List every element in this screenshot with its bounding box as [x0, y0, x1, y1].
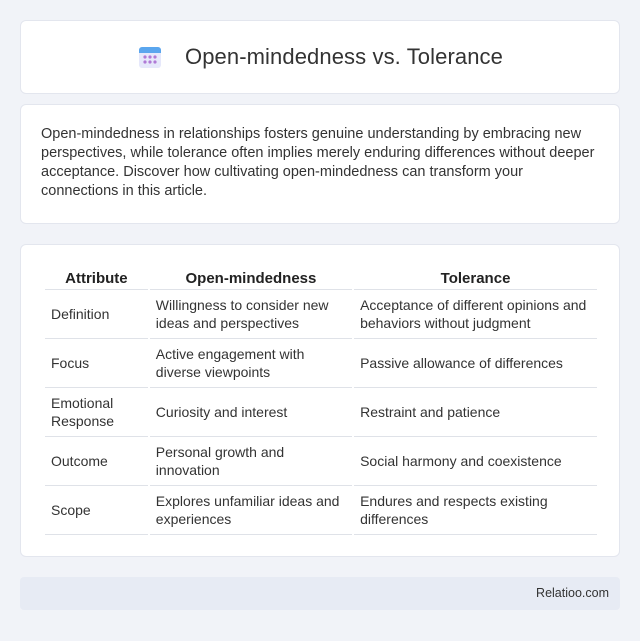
table-row: Scope Explores unfamiliar ideas and expe…	[45, 486, 597, 535]
header-tolerance: Tolerance	[354, 265, 597, 290]
row-attribute: Scope	[45, 486, 148, 535]
calendar-icon	[138, 47, 161, 68]
row-attribute: Definition	[45, 290, 148, 339]
comparison-table: Attribute Open-mindedness Tolerance Defi…	[43, 265, 599, 535]
row-tolerance: Acceptance of different opinions and beh…	[354, 290, 597, 339]
table-row: Definition Willingness to consider new i…	[45, 290, 597, 339]
row-open-mindedness: Explores unfamiliar ideas and experience…	[149, 486, 353, 535]
row-open-mindedness: Active engagement with diverse viewpoint…	[149, 339, 353, 388]
row-attribute: Emotional Response	[45, 388, 148, 437]
row-tolerance: Restraint and patience	[354, 388, 597, 437]
row-tolerance: Social harmony and coexistence	[354, 437, 597, 486]
row-attribute: Outcome	[45, 437, 148, 486]
row-open-mindedness: Willingness to consider new ideas and pe…	[149, 290, 353, 339]
table-header-row: Attribute Open-mindedness Tolerance	[45, 265, 597, 290]
header-attribute: Attribute	[45, 265, 148, 290]
page-title: Open-mindedness vs. Tolerance	[184, 44, 503, 69]
intro-text: Open-mindedness in relationships fosters…	[41, 126, 595, 199]
comparison-card: Attribute Open-mindedness Tolerance Defi…	[20, 244, 620, 557]
row-open-mindedness: Curiosity and interest	[149, 388, 353, 437]
row-open-mindedness: Personal growth and innovation	[149, 437, 353, 486]
row-tolerance: Endures and respects existing difference…	[354, 486, 597, 535]
row-attribute: Focus	[45, 339, 148, 388]
table-row: Outcome Personal growth and innovation S…	[45, 437, 597, 486]
table-row: Emotional Response Curiosity and interes…	[45, 388, 597, 437]
title-card: Open-mindedness vs. Tolerance	[20, 20, 620, 94]
footer-brand[interactable]: Relatioo.com	[536, 586, 609, 600]
intro-card: Open-mindedness in relationships fosters…	[20, 104, 620, 224]
table-row: Focus Active engagement with diverse vie…	[45, 339, 597, 388]
row-tolerance: Passive allowance of differences	[354, 339, 597, 388]
header-open-mindedness: Open-mindedness	[149, 265, 353, 290]
footer: Relatioo.com	[20, 577, 620, 610]
